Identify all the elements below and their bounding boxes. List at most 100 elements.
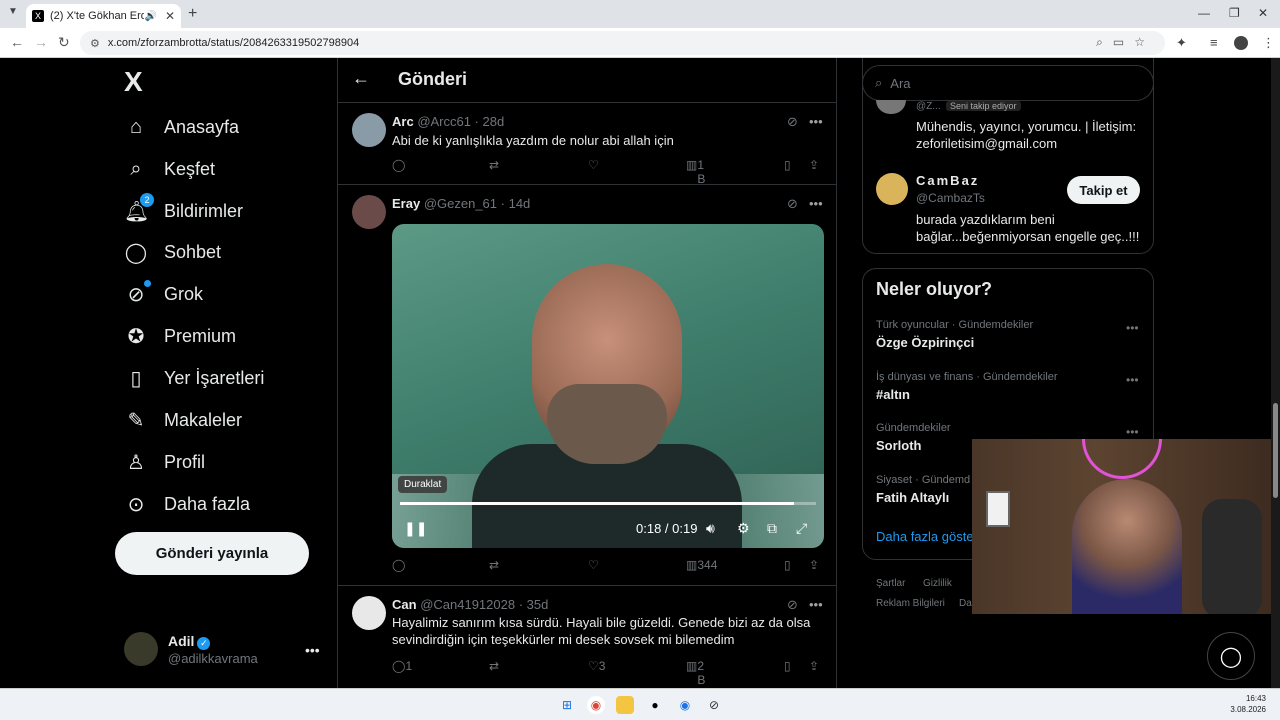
nav-grok[interactable]: ⊘ Grok xyxy=(124,274,203,314)
avatar[interactable] xyxy=(352,113,386,147)
tweet[interactable]: Eray @Gezen_61 · 14d ⊘ ••• Duraklat ❚❚ 0… xyxy=(338,186,836,586)
show-more-link[interactable]: Daha fazla göste xyxy=(876,529,974,544)
search-input[interactable]: ⌕ Ara xyxy=(862,65,1154,101)
scrollbar-thumb[interactable] xyxy=(1273,403,1278,498)
who2-name[interactable]: CamBaz xyxy=(916,173,979,188)
trend-more-icon[interactable]: ••• xyxy=(1126,425,1139,439)
settings-gear-icon[interactable]: ⚙ xyxy=(737,520,750,537)
bookmark-icon[interactable]: ▯ xyxy=(784,558,791,572)
share-icon[interactable]: ⇪ xyxy=(809,659,819,673)
page-scrollbar[interactable] xyxy=(1271,58,1280,688)
tweet-more-icon[interactable]: ••• xyxy=(809,114,823,129)
address-bar[interactable]: ⚙ x.com/zforzambrotta/status/20842633195… xyxy=(80,31,1165,55)
tweet-more-icon[interactable]: ••• xyxy=(809,196,823,211)
trend-more-icon[interactable]: ••• xyxy=(1126,321,1139,335)
views-icon[interactable]: ▥ 2 B xyxy=(686,659,705,687)
nav-explore[interactable]: ⌕ Keşfet xyxy=(124,149,215,189)
close-tab-icon[interactable]: ✕ xyxy=(165,9,175,23)
nav-premium[interactable]: ✪ Premium xyxy=(124,316,236,356)
pip-icon[interactable]: ⧉ xyxy=(767,520,777,537)
trend-name[interactable]: Sorloth xyxy=(876,438,922,453)
tweet-author-name[interactable]: Can xyxy=(392,597,417,612)
chat-fab-icon[interactable]: ◯ xyxy=(1207,632,1255,680)
tweet-age[interactable]: · 14d xyxy=(501,196,531,211)
share-icon[interactable]: ⇪ xyxy=(809,158,819,172)
tweet-age[interactable]: · 35d xyxy=(519,597,549,612)
obs-icon[interactable]: ● xyxy=(646,696,664,714)
reply-icon[interactable]: ◯ 1 xyxy=(392,659,412,673)
back-icon[interactable]: ← xyxy=(10,34,24,50)
tweet-author-handle[interactable]: @Arcc61 xyxy=(417,114,471,129)
views-icon[interactable]: ▥ 344 xyxy=(686,558,717,572)
browser-tab[interactable]: X (2) X'te Gökhan Erdem: "@ 🔊 ✕ xyxy=(26,4,181,28)
back-arrow-icon[interactable]: ← xyxy=(352,68,370,89)
chrome-active-icon[interactable]: ◉ xyxy=(676,696,694,714)
trend-name[interactable]: #altın xyxy=(876,387,910,402)
profile-avatar-icon[interactable] xyxy=(1234,36,1248,50)
fullscreen-icon[interactable]: ⤢ xyxy=(796,520,807,537)
like-icon[interactable]: ♡ xyxy=(588,158,599,172)
footer-ads-link[interactable]: Reklam Bilgileri xyxy=(876,598,945,609)
like-icon[interactable]: ♡ xyxy=(588,558,599,572)
forward-icon[interactable]: → xyxy=(34,34,48,50)
reading-list-icon[interactable]: ≡ xyxy=(1210,35,1218,50)
bookmark-icon[interactable]: ▯ xyxy=(784,659,791,673)
system-clock[interactable]: 16:43 3.08.2026 xyxy=(1230,693,1266,715)
tweet-age[interactable]: · 28d xyxy=(475,114,505,129)
close-window-icon[interactable]: ✕ xyxy=(1258,6,1268,20)
footer-terms-link[interactable]: Şartlar xyxy=(876,578,905,589)
trend-name[interactable]: Fatih Altaylı xyxy=(876,490,949,505)
nav-articles[interactable]: ✎ Makaleler xyxy=(124,400,242,440)
volume-icon[interactable]: 🔊︎ xyxy=(706,520,715,537)
reply-icon[interactable]: ◯ xyxy=(392,158,405,172)
extensions-icon[interactable]: ✦ xyxy=(1176,35,1187,51)
windows-start-icon[interactable]: ⊞ xyxy=(558,696,576,714)
like-icon[interactable]: ♡ 3 xyxy=(588,659,605,673)
tweet-author-handle[interactable]: @Gezen_61 xyxy=(424,196,497,211)
avatar[interactable] xyxy=(352,596,386,630)
account-switcher[interactable]: Adil ✓ @adilkkavrama xyxy=(124,632,258,666)
app-icon[interactable]: ⊘ xyxy=(705,696,723,714)
footer-privacy-link[interactable]: Gizlilik xyxy=(923,578,952,589)
bookmark-icon[interactable]: ▯ xyxy=(784,158,791,172)
tweet-author-handle[interactable]: @Can41912028 xyxy=(420,597,515,612)
reply-icon[interactable]: ◯ xyxy=(392,558,405,572)
video-progress-bar[interactable] xyxy=(400,502,816,505)
footer-more-link[interactable]: Da xyxy=(959,598,972,609)
pause-icon[interactable]: ❚❚ xyxy=(404,520,427,537)
trend-name[interactable]: Özge Özpirinçci xyxy=(876,335,974,350)
views-icon[interactable]: ▥ 1 B xyxy=(686,158,705,186)
chrome-icon[interactable]: ◉ xyxy=(587,696,605,714)
who1-handle[interactable]: @Z... xyxy=(916,101,941,112)
menu-dots-icon[interactable]: ⋮ xyxy=(1262,35,1275,51)
tweet[interactable]: Arc @Arcc61 · 28d ⊘ ••• Abi de ki yanlış… xyxy=(338,104,836,186)
repost-icon[interactable]: ⇄ xyxy=(489,558,499,572)
new-tab-icon[interactable]: + xyxy=(188,5,197,23)
grok-explain-icon[interactable]: ⊘ xyxy=(787,114,798,130)
minimize-icon[interactable]: — xyxy=(1198,6,1210,20)
tweet-author-name[interactable]: Eray xyxy=(392,196,420,211)
share-icon[interactable]: ⇪ xyxy=(809,558,819,572)
grok-explain-icon[interactable]: ⊘ xyxy=(787,597,798,613)
repost-icon[interactable]: ⇄ xyxy=(489,158,499,172)
x-logo[interactable]: X xyxy=(124,66,143,98)
nav-home[interactable]: ⌂ Anasayfa xyxy=(124,107,239,147)
who2-handle[interactable]: @CambazTs xyxy=(916,191,985,205)
audio-icon[interactable]: 🔊 xyxy=(144,11,156,22)
nav-more[interactable]: ⊙ Daha fazla xyxy=(124,484,250,524)
url-actions-icons[interactable]: ⌕▭☆ xyxy=(1096,35,1155,50)
tweet[interactable]: Can @Can41912028 · 35d ⊘ ••• Hayalimiz s… xyxy=(338,587,836,688)
nav-notifications[interactable]: 🔔︎ 2 Bildirimler xyxy=(124,191,243,231)
tweet-more-icon[interactable]: ••• xyxy=(809,597,823,612)
nav-bookmarks[interactable]: ▯ Yer İşaretleri xyxy=(124,358,264,398)
trend-more-icon[interactable]: ••• xyxy=(1126,373,1139,387)
nav-profile[interactable]: ♙ Profil xyxy=(124,442,205,482)
avatar[interactable] xyxy=(876,173,908,205)
avatar[interactable] xyxy=(352,195,386,229)
account-more-icon[interactable]: ••• xyxy=(305,642,320,658)
grok-explain-icon[interactable]: ⊘ xyxy=(787,196,798,212)
file-explorer-icon[interactable] xyxy=(616,696,634,714)
restore-icon[interactable]: ❐ xyxy=(1229,6,1240,20)
follow-button[interactable]: Takip et xyxy=(1067,176,1140,204)
repost-icon[interactable]: ⇄ xyxy=(489,659,499,673)
